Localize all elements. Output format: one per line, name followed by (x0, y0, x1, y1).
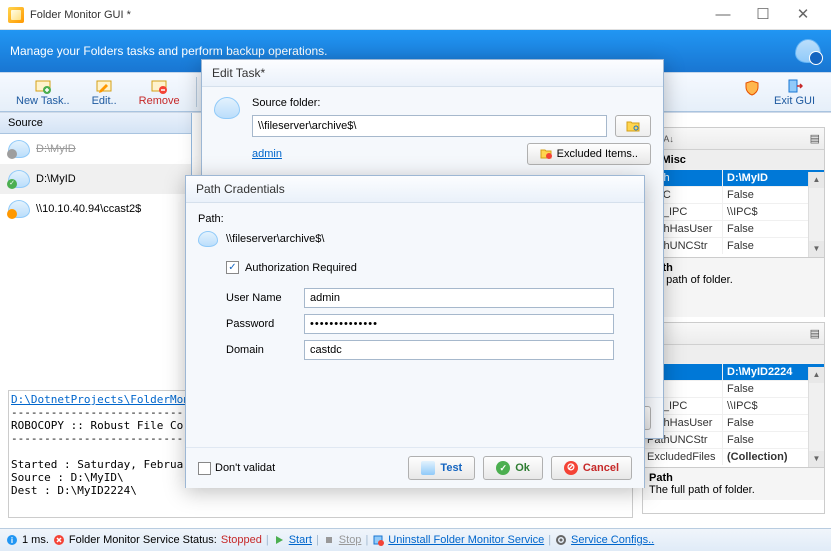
prop-row[interactable]: PathD:\MyID (643, 169, 824, 186)
service-status-value: Stopped (221, 534, 262, 546)
props-page-icon[interactable]: ▤ (810, 132, 820, 145)
source-folder-label: Source folder: (252, 97, 651, 109)
error-icon (53, 534, 65, 546)
edit-button[interactable]: Edit.. (82, 76, 127, 109)
sort-asc-button[interactable]: A↓ (663, 134, 674, 144)
password-input[interactable] (304, 314, 614, 334)
admin-link[interactable]: admin (252, 148, 282, 160)
browse-button[interactable] (615, 115, 651, 137)
excluded-icon (540, 148, 552, 160)
ok-icon (496, 461, 510, 475)
window-titlebar: Folder Monitor GUI * — ☐ ✕ (0, 0, 831, 30)
play-icon (273, 534, 285, 546)
props-toolbar: ▦ A↓ ▤ (643, 128, 824, 150)
db-icon (8, 200, 30, 218)
dialog-title: Path Cradentials (186, 176, 644, 203)
password-label: Password (226, 318, 296, 330)
auth-required-label: Authorization Required (245, 262, 357, 274)
exit-button[interactable]: Exit GUI (764, 76, 825, 109)
gear-icon (555, 534, 567, 546)
list-item[interactable]: D:\MyID (0, 134, 191, 164)
prop-row[interactable]: PathUNCStrFalse (643, 431, 824, 448)
props-page-icon[interactable]: ▤ (810, 327, 820, 340)
props-toolbar: ↓ ▤ (643, 323, 824, 345)
path-label: Path: (198, 213, 632, 225)
banner-db-icon (795, 39, 821, 63)
svg-text:i: i (11, 536, 13, 545)
service-configs-link[interactable]: Service Configs.. (571, 534, 654, 546)
folder-search-icon (626, 120, 640, 132)
dialog-title: Edit Task* (202, 60, 663, 87)
remove-icon (151, 78, 167, 94)
props-category[interactable]: ◢Misc (643, 150, 824, 169)
ok-button[interactable]: Ok (483, 456, 543, 480)
cancel-button[interactable]: Cancel (551, 456, 632, 480)
cancel-icon (564, 461, 578, 475)
props-category[interactable]: isc (643, 345, 824, 363)
username-input[interactable] (304, 288, 614, 308)
uninstall-link[interactable]: Uninstall Folder Monitor Service (388, 534, 544, 546)
db-icon: ✓ (8, 170, 30, 188)
service-status-label: Folder Monitor Service Status: (69, 534, 217, 546)
info-icon: i (6, 534, 18, 546)
auth-required-checkbox[interactable]: ✓ (226, 261, 239, 274)
dont-validate-label: Don't validat (215, 462, 275, 474)
prop-row[interactable]: NC_IPC\\IPC$ (643, 397, 824, 414)
scrollbar[interactable]: ▲▼ (808, 172, 824, 257)
new-icon (35, 78, 51, 94)
db-icon (8, 140, 30, 158)
db-icon (198, 231, 218, 247)
prop-row[interactable]: NCFalse (643, 380, 824, 397)
source-folder-input[interactable] (252, 115, 607, 137)
properties-panel-top: ▦ A↓ ▤ ◢Misc PathD:\MyID UNCFalse NC_IPC… (642, 127, 825, 317)
props-description: Path full path of folder. (643, 257, 824, 317)
check-overlay-icon: ✓ (7, 179, 17, 189)
prop-row[interactable]: ExcludedFiles(Collection) (643, 448, 824, 465)
source-header: Source (0, 113, 191, 134)
list-item[interactable]: ✓ D:\MyID (0, 164, 191, 194)
prop-row[interactable]: PathUNCStrFalse (643, 237, 824, 254)
properties-panel-bottom: ↓ ▤ isc athD:\MyID2224 NCFalse NC_IPC\\I… (642, 322, 825, 514)
username-label: User Name (226, 292, 296, 304)
remove-button[interactable]: Remove (129, 76, 190, 109)
start-link[interactable]: Start (289, 534, 312, 546)
disabled-overlay-icon (7, 149, 17, 159)
scrollbar[interactable]: ▲▼ (808, 367, 824, 467)
app-icon (8, 7, 24, 23)
path-value: \\fileserver\archive$\ (226, 233, 324, 245)
test-button[interactable]: Test (408, 456, 475, 480)
path-credentials-dialog: Path Cradentials Path: \\fileserver\arch… (185, 175, 645, 488)
maximize-button[interactable]: ☐ (743, 1, 783, 29)
stop-link: Stop (339, 534, 362, 546)
excluded-items-button[interactable]: Excluded Items.. (527, 143, 651, 165)
test-icon (421, 461, 435, 475)
exit-icon (787, 78, 803, 94)
prop-row[interactable]: UNCFalse (643, 186, 824, 203)
domain-input[interactable] (304, 340, 614, 360)
shield-icon[interactable] (740, 76, 764, 100)
banner-text: Manage your Folders tasks and perform ba… (10, 44, 328, 58)
dont-validate-checkbox[interactable] (198, 462, 211, 475)
props-description: Path The full path of folder. (643, 467, 824, 500)
window-title: Folder Monitor GUI * (30, 9, 703, 21)
edit-icon (96, 78, 112, 94)
prop-row[interactable]: athD:\MyID2224 (643, 363, 824, 380)
db-icon (214, 97, 240, 119)
minimize-button[interactable]: — (703, 1, 743, 29)
status-ms: 1 ms. (22, 534, 49, 546)
new-task-button[interactable]: New Task.. (6, 76, 80, 109)
prop-row[interactable]: NC_IPC\\IPC$ (643, 203, 824, 220)
prop-row[interactable]: PathHasUserFalse (643, 414, 824, 431)
stop-icon (323, 534, 335, 546)
status-bar: i 1 ms. Folder Monitor Service Status: S… (0, 528, 831, 551)
prop-row[interactable]: PathHasUserFalse (643, 220, 824, 237)
close-button[interactable]: ✕ (783, 1, 823, 29)
list-item[interactable]: \\10.10.40.94\ccast2$ (0, 194, 191, 224)
uninstall-icon (372, 534, 384, 546)
domain-label: Domain (226, 344, 296, 356)
key-overlay-icon (7, 209, 17, 219)
